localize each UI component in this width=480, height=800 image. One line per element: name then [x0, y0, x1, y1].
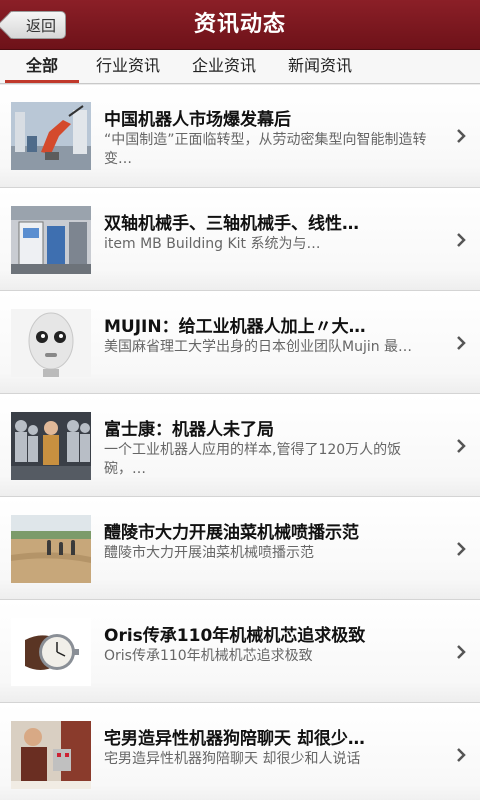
article-item[interactable]: Oris传承110年机械机芯追求极致 Oris传承110年机械机芯追求极致 [0, 600, 480, 703]
article-item[interactable]: 中国机器人市场爆发幕后 “中国制造”正面临转型，从劳动密集型向智能制造转变… [0, 85, 480, 188]
article-summary: 宅男造异性机器狗陪聊天 却很少和人说话 [104, 751, 361, 767]
article-title: 宅男造异性机器狗陪聊天 却很少… [104, 729, 365, 749]
chevron-right-icon [457, 645, 466, 659]
category-tabs: 全部 行业资讯 企业资讯 新闻资讯 [0, 50, 480, 84]
article-summary: 美国麻省理工大学出身的日本创业团队Mujin 最… [104, 339, 413, 355]
article-title: Oris传承110年机械机芯追求极致 [104, 626, 366, 646]
page-title: 资讯动态 [193, 12, 286, 37]
humanoid-robots-photo [11, 412, 91, 480]
factory-robot-arm-photo [11, 102, 91, 170]
chevron-right-icon [457, 129, 466, 143]
app-header: 返回 资讯动态 [0, 0, 480, 50]
article-summary: 一个工业机器人应用的样本,管得了120万人的饭碗，… [104, 442, 402, 477]
wristwatch-photo [11, 618, 91, 686]
tab-all[interactable]: 全部 [5, 50, 79, 83]
robot-face-photo [11, 309, 91, 377]
article-item[interactable]: 富士康：机器人未了局 一个工业机器人应用的样本,管得了120万人的饭碗，… [0, 394, 480, 497]
industrial-machine-photo [11, 206, 91, 274]
chevron-right-icon [457, 233, 466, 247]
article-title: 富士康：机器人未了局 [104, 420, 274, 440]
article-summary: Oris传承110年机械机芯追求极致 [104, 648, 313, 664]
article-item[interactable]: 双轴机械手、三轴机械手、线性… item MB Building Kit 系统为… [0, 188, 480, 291]
article-title: 醴陵市大力开展油菜机械喷播示范 [104, 523, 359, 543]
tab-industry-news[interactable]: 行业资讯 [86, 50, 170, 83]
chevron-right-icon [457, 542, 466, 556]
field-workers-photo [11, 515, 91, 583]
man-with-robot-photo [11, 721, 91, 789]
article-list: 中国机器人市场爆发幕后 “中国制造”正面临转型，从劳动密集型向智能制造转变… 双… [0, 85, 480, 800]
tab-company-news[interactable]: 企业资讯 [182, 50, 266, 83]
article-title: MUJIN：给工业机器人加上〃大… [104, 317, 366, 337]
chevron-right-icon [457, 439, 466, 453]
article-item[interactable]: 醴陵市大力开展油菜机械喷播示范 醴陵市大力开展油菜机械喷播示范 [0, 497, 480, 600]
article-item[interactable]: 宅男造异性机器狗陪聊天 却很少… 宅男造异性机器狗陪聊天 却很少和人说话 [0, 703, 480, 800]
article-title: 中国机器人市场爆发幕后 [104, 110, 291, 130]
chevron-right-icon [457, 336, 466, 350]
article-title: 双轴机械手、三轴机械手、线性… [104, 214, 359, 234]
article-summary: 醴陵市大力开展油菜机械喷播示范 [104, 545, 314, 561]
article-summary: “中国制造”正面临转型，从劳动密集型向智能制造转变… [104, 132, 427, 167]
tab-general-news[interactable]: 新闻资讯 [278, 50, 362, 83]
article-summary: item MB Building Kit 系统为与… [104, 236, 321, 252]
chevron-right-icon [457, 748, 466, 762]
article-item[interactable]: MUJIN：给工业机器人加上〃大… 美国麻省理工大学出身的日本创业团队Mujin… [0, 291, 480, 394]
